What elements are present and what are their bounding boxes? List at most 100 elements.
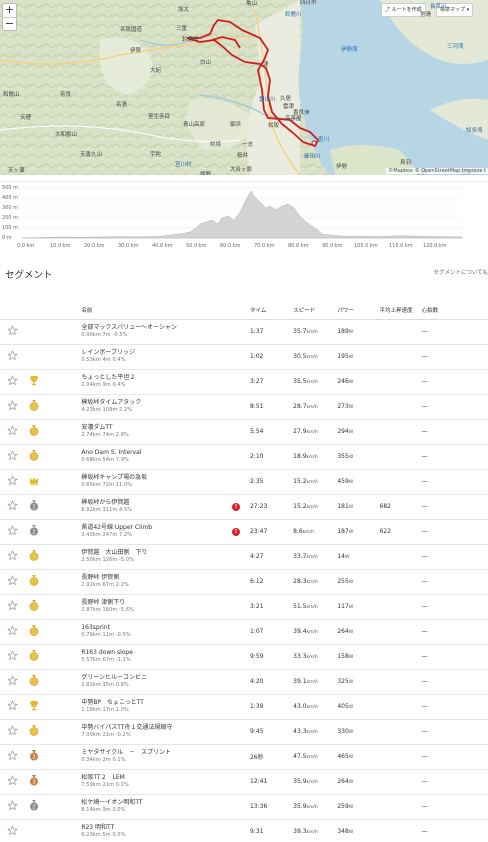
star-icon[interactable] (7, 325, 18, 336)
star-icon[interactable] (7, 625, 18, 636)
favorite-cell[interactable] (0, 794, 27, 820)
segment-name[interactable]: 榊坂峠タイムアタック (81, 399, 232, 407)
col-name[interactable]: 名前 (81, 292, 232, 320)
table-row[interactable]: 全部マックスバリュー～オーシャン 0.96km 7m -0.5% 1:37 35.7k… (0, 319, 488, 345)
star-icon[interactable] (7, 575, 18, 586)
star-icon[interactable] (7, 750, 18, 761)
table-row[interactable]: 中勢バイパスTT舟１交通法規順守 7.00km 21m -0.2% 9:45 43.3… (0, 719, 488, 745)
col-time[interactable]: タイム (249, 292, 294, 320)
favorite-cell[interactable] (0, 594, 27, 620)
table-row[interactable]: 3 松阪TT２ LEM 7.59km 21m 0.1% 12:41 35.9km/h 26… (0, 769, 488, 795)
col-avg-climb[interactable]: 平均上昇速度 (379, 292, 422, 320)
create-route-button[interactable]: ⤴ ルートを作成 (381, 3, 426, 17)
segment-name[interactable]: Ano Dam S. Interval (81, 449, 232, 457)
star-icon[interactable] (7, 400, 18, 411)
warning-icon[interactable]: ! (231, 527, 240, 536)
segment-name[interactable]: グリーンヒルーコンビニ (81, 674, 232, 682)
favorite-cell[interactable] (0, 694, 27, 720)
segment-name[interactable]: ちょっとした平坦２ (81, 374, 232, 382)
table-row[interactable]: ちょっとした平坦２ 2.04km 9m 0.4% 3:27 35.5km/h 246W — (0, 369, 488, 395)
favorite-cell[interactable] (0, 419, 27, 445)
col-heart-rate[interactable]: 心拍数 (421, 292, 488, 320)
table-row[interactable]: 163sprint 0.79km 11m -0.5% 1:07 39.4km/h 264… (0, 619, 488, 645)
segment-name-cell[interactable]: 榊坂峠から伊賀越 6.92km 311m 4.5% (81, 494, 232, 520)
table-row[interactable]: 長野峠 津側下り 2.87km 160m -5.6% 3:21 51.5km/h 117… (0, 594, 488, 620)
favorite-cell[interactable] (0, 644, 27, 670)
route-map[interactable]: + − ⤴ ルートを作成 標準マップ ▾ 亀山 伊賀 名張 天理 和歌山 宇陀 桜井 四日市伊… (0, 0, 488, 175)
segment-name-cell[interactable]: R163 down slope 5.57km 67m -1.1% (81, 644, 232, 670)
segment-name[interactable]: 榊坂峠キャンプ場の急坂 (81, 474, 232, 482)
table-row[interactable]: 長野峠 伊賀側 2.92km 67m 2.2% 6:12 28.3km/h 255W — (0, 569, 488, 595)
segment-name[interactable]: R163 down slope (81, 649, 232, 657)
segment-name[interactable]: ミヤタサイクル － スプリント (81, 749, 232, 757)
segment-name-cell[interactable]: 県道42号線 Upper Climb 3.40km 247m 7.2% (81, 519, 232, 545)
table-row[interactable]: Ano Dam S. Interval 0.68km 54m 7.9% 2:10 18… (0, 444, 488, 470)
segment-name[interactable]: 安濃ダムTT (81, 424, 232, 432)
favorite-cell[interactable] (0, 744, 27, 770)
col-speed[interactable]: スピード (293, 292, 338, 320)
star-icon[interactable] (7, 525, 18, 536)
segment-name[interactable]: レインボーブリッジ (81, 349, 232, 357)
table-row[interactable]: レインボーブリッジ 0.53km 4m 0.4% 1:02 30.5km/h 195W — (0, 344, 488, 370)
segment-name[interactable]: 163sprint (81, 624, 232, 632)
segment-name-cell[interactable]: 中勢BP ちょこっとTT 1.18km 17m 1.0% (81, 694, 232, 720)
favorite-cell[interactable] (0, 444, 27, 470)
segment-name-cell[interactable]: ミヤタサイクル － スプリント 0.34km 2m 0.1% (81, 744, 232, 770)
table-row[interactable]: R23 明和TT 6.23km 5m 0.0% 9:31 39.3km/h 348W — (0, 819, 488, 842)
table-row[interactable]: 2 県道42号線 Upper Climb 3.40km 247m 7.2%! 23:4… (0, 519, 488, 545)
star-icon[interactable] (7, 725, 18, 736)
star-icon[interactable] (7, 700, 18, 711)
favorite-cell[interactable] (0, 369, 27, 395)
table-row[interactable]: 安濃ダムTT 2.74km 74m 2.8% 5:54 27.9km/h 294W — (0, 419, 488, 445)
star-icon[interactable] (7, 425, 18, 436)
segment-name-cell[interactable]: グリーンヒルーコンビニ 2.82km 35m 0.8% (81, 669, 232, 695)
table-row[interactable]: 榊坂峠タイムアタック 4.23km 109m 2.2% 8:51 28.7km/h 27… (0, 394, 488, 420)
table-row[interactable]: 3 ミヤタサイクル － スプリント 0.34km 2m 0.1% 26秒 47.5km/… (0, 744, 488, 770)
segment-name[interactable]: 中勢バイパスTT舟１交通法規順守 (81, 724, 232, 732)
table-row[interactable]: 2 松ケ崎ーイオン明和TT 8.14km 9m 0.0% 13:36 35.9km/h 2… (0, 794, 488, 820)
segment-name-cell[interactable]: 長野峠 伊賀側 2.92km 67m 2.2% (81, 569, 232, 595)
table-row[interactable]: 中勢BP ちょこっとTT 1.18km 17m 1.0% 1:39 43.0km/h 4… (0, 694, 488, 720)
map-attribution[interactable]: ©Mapbox © OpenStreetMap Improve t (386, 168, 488, 174)
zoom-in-button[interactable]: + (3, 4, 16, 17)
segment-name-cell[interactable]: 松ケ崎ーイオン明和TT 8.14km 9m 0.0% (81, 794, 232, 820)
segment-name[interactable]: R23 明和TT (81, 824, 232, 832)
segment-name[interactable]: 松阪TT２ LEM (81, 774, 232, 782)
favorite-cell[interactable] (0, 819, 27, 842)
segment-name-cell[interactable]: 榊坂峠タイムアタック 4.23km 109m 2.2% (81, 394, 232, 420)
segment-name-cell[interactable]: 長野峠 津側下り 2.87km 160m -5.6% (81, 594, 232, 620)
segment-name[interactable]: 榊坂峠から伊賀越 (81, 499, 232, 507)
segment-name-cell[interactable]: 安濃ダムTT 2.74km 74m 2.8% (81, 419, 232, 445)
table-row[interactable]: 伊賀越 大山田側 下り 2.50km 126m -5.0% 4:27 33.7km/h… (0, 544, 488, 570)
table-row[interactable]: R163 down slope 5.57km 67m -1.1% 9:59 33.3k… (0, 644, 488, 670)
segment-name-cell[interactable]: 163sprint 0.79km 11m -0.5% (81, 619, 232, 645)
favorite-cell[interactable] (0, 669, 27, 695)
star-icon[interactable] (7, 350, 18, 361)
star-icon[interactable] (7, 600, 18, 611)
segment-name[interactable]: 伊賀越 大山田側 下り (81, 549, 232, 557)
segment-name[interactable]: 全部マックスバリュー～オーシャン (81, 324, 232, 332)
segment-name-cell[interactable]: R23 明和TT 6.23km 5m 0.0% (81, 819, 232, 842)
warning-icon[interactable]: ! (231, 502, 240, 511)
star-icon[interactable] (7, 475, 18, 486)
segment-name-cell[interactable]: 中勢バイパスTT舟１交通法規順守 7.00km 21m -0.2% (81, 719, 232, 745)
segment-name-cell[interactable]: 松阪TT２ LEM 7.59km 21m 0.1% (81, 769, 232, 795)
segment-name[interactable]: 長野峠 津側下り (81, 599, 232, 607)
segment-name-cell[interactable]: 伊賀越 大山田側 下り 2.50km 126m -5.0% (81, 544, 232, 570)
favorite-cell[interactable] (0, 719, 27, 745)
star-icon[interactable] (7, 375, 18, 386)
star-icon[interactable] (7, 500, 18, 511)
star-icon[interactable] (7, 450, 18, 461)
star-icon[interactable] (7, 800, 18, 811)
segment-name[interactable]: 県道42号線 Upper Climb (81, 524, 232, 532)
favorite-cell[interactable] (0, 319, 27, 345)
segment-name-cell[interactable]: Ano Dam S. Interval 0.68km 54m 7.9% (81, 444, 232, 470)
table-row[interactable]: 榊坂峠キャンプ場の急坂 0.65km 72m 11.0% 2:35 15.2km/h 4… (0, 469, 488, 495)
segment-name-cell[interactable]: ちょっとした平坦２ 2.04km 9m 0.4% (81, 369, 232, 395)
segment-name[interactable]: 長野峠 伊賀側 (81, 574, 232, 582)
star-icon[interactable] (7, 775, 18, 786)
favorite-cell[interactable] (0, 394, 27, 420)
star-icon[interactable] (7, 825, 18, 836)
favorite-cell[interactable] (0, 544, 27, 570)
col-power[interactable]: パワー (337, 292, 380, 320)
